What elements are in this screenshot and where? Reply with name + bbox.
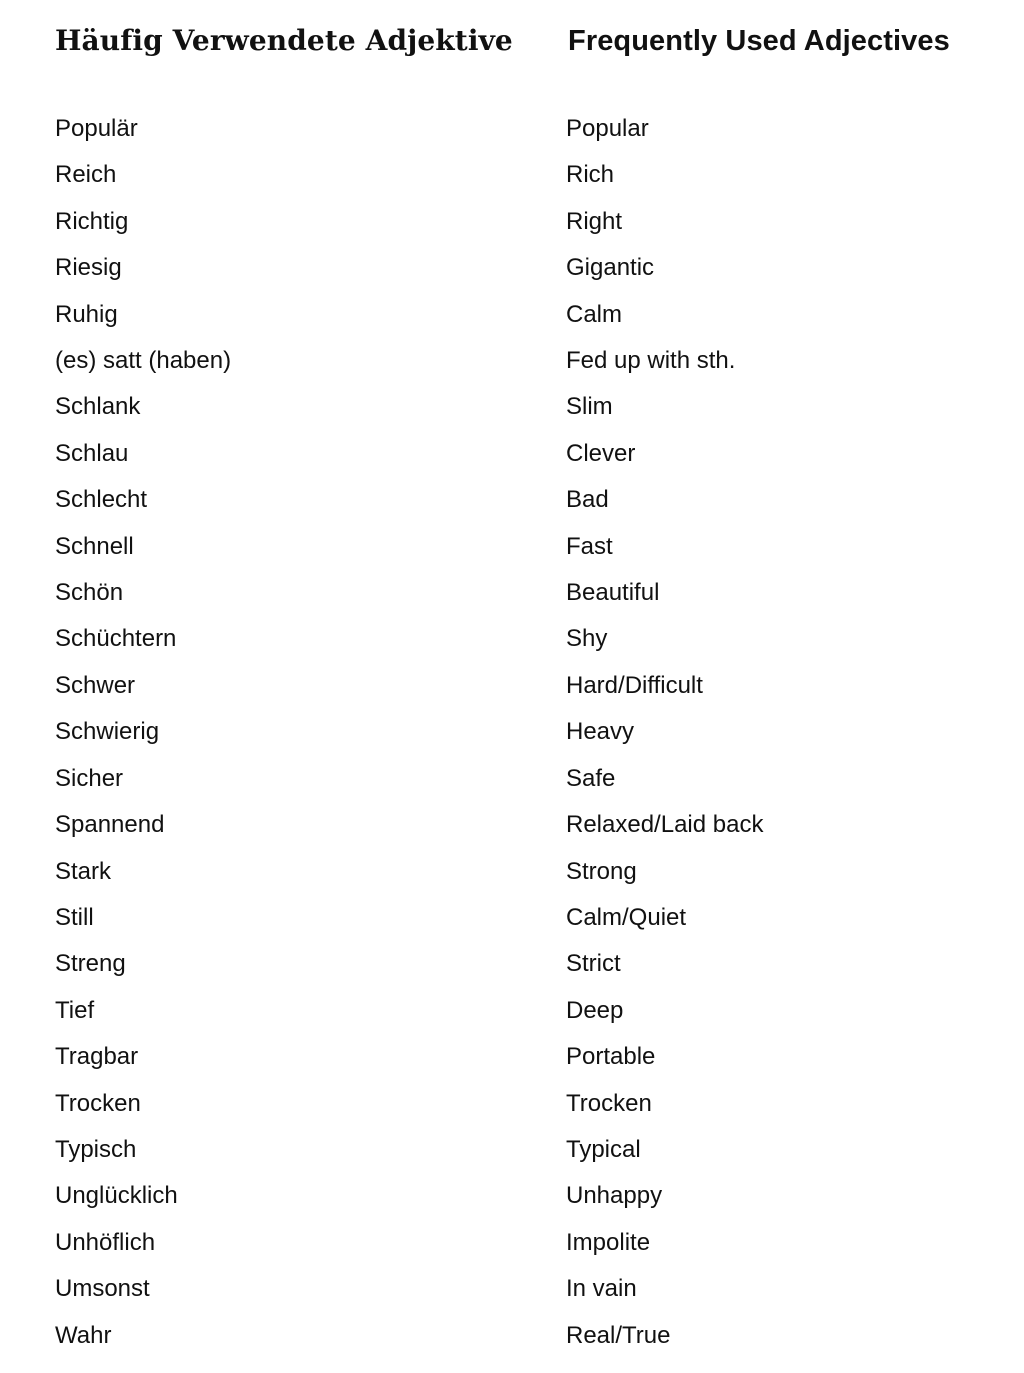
table-cell-target: Slim (512, 384, 1024, 430)
table-row: Schwer Hard/Difficult (0, 663, 1024, 709)
table-cell-target: Unhappy (512, 1173, 1024, 1219)
table-cell-target: Relaxed/Laid back (512, 802, 1024, 848)
table-cell-target: Fed up with sth. (512, 338, 1024, 384)
vocabulary-table: Häufig Verwendete Adjektive Frequently U… (0, 0, 1024, 1359)
table-cell-target: Strict (512, 941, 1024, 987)
table-cell-target: In vain (512, 1266, 1024, 1312)
adjective-target: Clever (566, 439, 636, 467)
table-cell-target: Fast (512, 524, 1024, 570)
table-row: Schwierig Heavy (0, 709, 1024, 755)
table-body: Populär Popular Reich Rich Richtig Right Riesi… (0, 106, 1024, 1359)
table-row: Streng Strict (0, 941, 1024, 987)
table-cell-target: Calm (512, 292, 1024, 338)
table-row: Schlecht Bad (0, 477, 1024, 523)
table-row: Tragbar Portable (0, 1034, 1024, 1080)
table-cell-target: Rich (512, 152, 1024, 198)
adjective-target: Heavy (566, 718, 635, 746)
table-cell-target: Trocken (512, 1081, 1024, 1127)
table-cell-target: Clever (512, 431, 1024, 477)
table-row: Schnell Fast (0, 524, 1024, 570)
adjective-target: Real/True (566, 1321, 671, 1349)
adjective-target: Deep (566, 996, 624, 1024)
adjective-target: Hard/Difficult (566, 671, 703, 699)
table-cell-target: Real/True (512, 1313, 1024, 1359)
table-cell-target: Deep (512, 988, 1024, 1034)
adjective-target: Portable (566, 1043, 656, 1071)
table-cell-target: Typical (512, 1127, 1024, 1173)
table-cell-target: Safe (512, 756, 1024, 802)
table-row: Tief Deep (0, 988, 1024, 1034)
adjective-target: Fast (566, 532, 613, 560)
adjective-target: Impolite (566, 1228, 651, 1256)
table-row: Schlau Clever (0, 431, 1024, 477)
table-row: Ruhig Calm (0, 292, 1024, 338)
table-row: Riesig Gigantic (0, 245, 1024, 291)
table-row: Typisch Typical (0, 1127, 1024, 1173)
table-row: Populär Popular (0, 106, 1024, 152)
adjective-target: Beautiful (566, 579, 660, 607)
table-cell-target: Strong (512, 849, 1024, 895)
table-row: Sicher Safe (0, 756, 1024, 802)
column-header-source-cell: Häufig Verwendete Adjektive (0, 0, 513, 106)
table-row: Reich Rich (0, 152, 1024, 198)
table-cell-target: Beautiful (512, 570, 1024, 616)
adjective-target: Unhappy (566, 1182, 663, 1210)
table-row: Schüchtern Shy (0, 616, 1024, 662)
table-header: Häufig Verwendete Adjektive Frequently U… (0, 0, 1024, 106)
adjective-target: Bad (566, 486, 609, 514)
table-row: Wahr Real/True (0, 1313, 1024, 1359)
table-cell-target: Heavy (512, 709, 1024, 755)
adjective-target: Typical (566, 1135, 641, 1163)
table-cell-target: Calm/Quiet (512, 895, 1024, 941)
adjective-target: Calm (566, 300, 623, 328)
adjective-target: Rich (566, 161, 615, 189)
table-row: Still Calm/Quiet (0, 895, 1024, 941)
table-cell-target: Hard/Difficult (512, 663, 1024, 709)
adjective-target: Right (566, 207, 623, 235)
table-row: Richtig Right (0, 199, 1024, 245)
table-row: (es) satt (haben) Fed up with sth. (0, 338, 1024, 384)
adjective-target: Gigantic (566, 254, 655, 282)
adjective-target: Calm/Quiet (566, 903, 687, 931)
table-cell-target: Portable (512, 1034, 1024, 1080)
table-row: Schlank Slim (0, 384, 1024, 430)
adjective-target: In vain (566, 1275, 637, 1303)
adjective-target: Relaxed/Laid back (566, 811, 764, 839)
adjective-target: Strong (566, 857, 637, 885)
table-cell-target: Popular (512, 106, 1024, 152)
adjective-target: Popular (566, 115, 649, 142)
table-row: Schön Beautiful (0, 570, 1024, 616)
table-row: Spannend Relaxed/Laid back (0, 802, 1024, 848)
adjective-target: Strict (566, 950, 621, 978)
adjective-target: Fed up with sth. (566, 347, 736, 375)
table-cell-target: Right (512, 199, 1024, 245)
adjective-target: Shy (566, 625, 608, 653)
table-row: Stark Strong (0, 849, 1024, 895)
table-cell-target: Impolite (512, 1220, 1024, 1266)
table-row: Umsonst In vain (0, 1266, 1024, 1312)
table-row: Unhöflich Impolite (0, 1220, 1024, 1266)
table-cell-target: Gigantic (512, 245, 1024, 291)
column-header-target-cell: Frequently Used Adjectives (512, 0, 1024, 106)
table-row: Unglücklich Unhappy (0, 1173, 1024, 1219)
table-header-row: Häufig Verwendete Adjektive Frequently U… (0, 0, 1024, 106)
vocabulary-page: Häufig Verwendete Adjektive Frequently U… (0, 0, 1024, 1373)
column-header-source: Häufig Verwendete Adjektive (55, 24, 513, 57)
adjective-target: Safe (566, 764, 616, 792)
adjective-target: Trocken (566, 1089, 652, 1117)
column-header-target: Frequently Used Adjectives (568, 25, 950, 57)
table-cell-target: Bad (512, 477, 1024, 523)
adjective-target: Slim (566, 393, 613, 421)
table-cell-target: Shy (512, 616, 1024, 662)
table-row: Trocken Trocken (0, 1081, 1024, 1127)
